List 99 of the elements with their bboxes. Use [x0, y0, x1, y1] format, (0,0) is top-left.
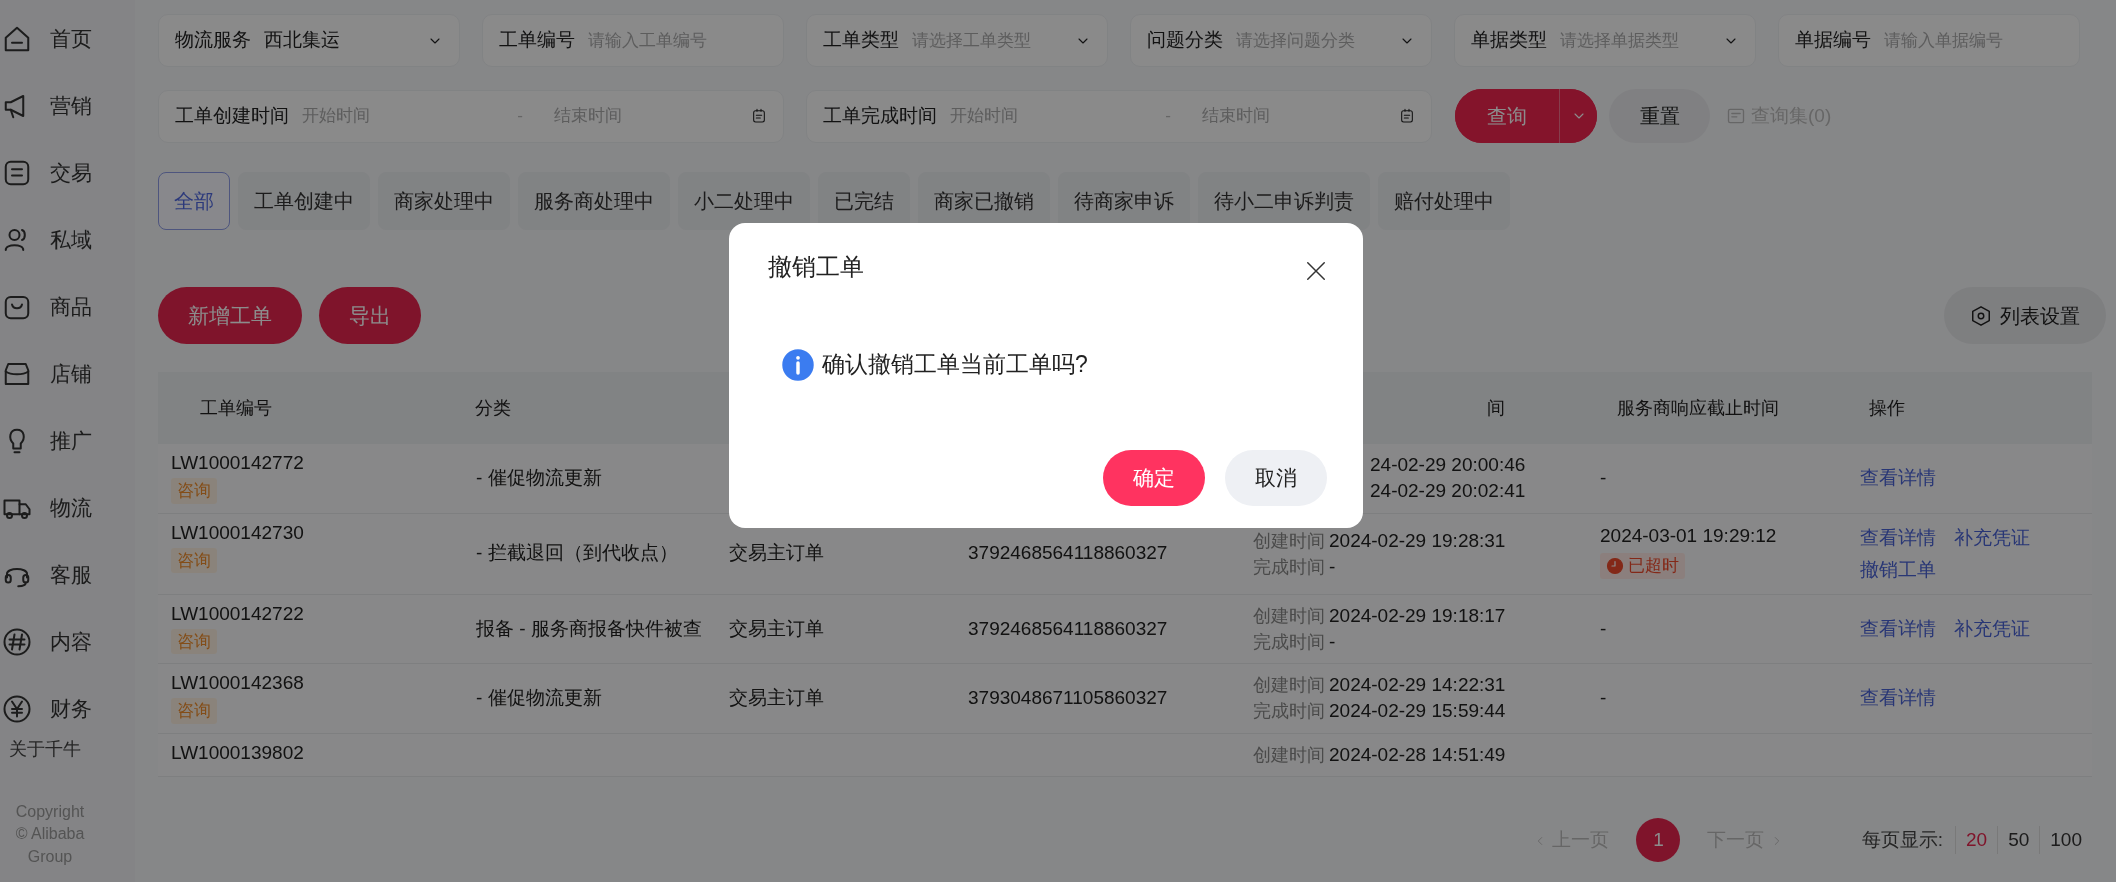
- field-label: 工单类型: [823, 28, 899, 53]
- ticket-tag: 咨询: [171, 547, 217, 573]
- order-number: 3792468564118860327: [968, 617, 1168, 639]
- action-link[interactable]: 查看详情: [1860, 687, 1936, 709]
- confirm-button[interactable]: 确定: [1103, 450, 1205, 506]
- time-line: 完成时间 -: [1253, 554, 1337, 579]
- sidebar-item[interactable]: 内容: [50, 625, 92, 658]
- status-tab[interactable]: 小二处理中: [678, 172, 810, 230]
- time-line: 完成时间 2024-02-29 15:59:44: [1253, 699, 1507, 724]
- status-tab[interactable]: 商家处理中: [378, 172, 510, 230]
- hash-icon: [2, 626, 32, 657]
- ticket-tag: 咨询: [171, 628, 217, 654]
- action-link[interactable]: 查看详情: [1860, 617, 1936, 639]
- action-link[interactable]: 撤销工单: [1860, 558, 1936, 580]
- deadline-text: -: [1600, 616, 1608, 641]
- field-label: 单据类型: [1471, 28, 1547, 53]
- select-field[interactable]: 物流服务 西北集运: [158, 14, 460, 67]
- time-line: 24-02-29 20:00:46: [1370, 452, 1526, 479]
- field-label: 工单创建时间: [175, 103, 289, 128]
- calendar-icon: [751, 108, 767, 124]
- deadline-text: -: [1600, 466, 1608, 491]
- page-size-option[interactable]: 100: [2039, 825, 2092, 855]
- ticket-tag: 咨询: [171, 478, 217, 504]
- sidebar-item[interactable]: 私域: [50, 223, 92, 256]
- column-header: 间: [1487, 397, 1505, 418]
- dialog-message: 确认撤销工单当前工单吗?: [822, 350, 1088, 380]
- dialog-title: 撤销工单: [768, 252, 864, 282]
- info-icon: [782, 348, 814, 381]
- deadline-text: 2024-03-01 19:29:12: [1600, 524, 1778, 549]
- toolbar-button[interactable]: 新增工单: [158, 287, 302, 344]
- folder-icon: [1726, 106, 1746, 126]
- order-number: 3792468564118860327: [968, 542, 1168, 564]
- order-type: 交易主订单: [729, 542, 824, 564]
- page-size-label: 每页显示:: [1861, 827, 1943, 852]
- page-size-option[interactable]: 20: [1955, 825, 1998, 855]
- ticket-id: LW1000142772: [171, 451, 305, 475]
- overdue-badge: 已超时: [1600, 553, 1685, 579]
- page-button[interactable]: 1: [1636, 818, 1681, 862]
- field-label: 问题分类: [1147, 28, 1223, 53]
- order-number: 3793048671105860327: [968, 687, 1168, 708]
- cancel-button[interactable]: 取消: [1225, 450, 1327, 506]
- field-label: 单据编号: [1795, 28, 1871, 53]
- close-icon: [1305, 260, 1327, 282]
- status-tab[interactable]: 赔付处理中: [1378, 172, 1510, 230]
- action-link[interactable]: 查看详情: [1860, 526, 1936, 548]
- about-link[interactable]: 关于千牛: [0, 736, 135, 763]
- time-line: 24-02-29 20:02:41: [1370, 478, 1526, 505]
- field-label: 工单编号: [499, 28, 575, 53]
- sidebar-item[interactable]: 首页: [50, 22, 92, 55]
- clock-icon: [1606, 557, 1624, 576]
- range-separator: -: [1164, 105, 1172, 128]
- sidebar-item[interactable]: 商品: [50, 290, 92, 323]
- action-link[interactable]: 补充凭证: [1954, 526, 2031, 548]
- category-text: - 拦截退回（到代收点）: [476, 542, 678, 564]
- sidebar-item[interactable]: 营销: [50, 89, 92, 122]
- range-separator: -: [516, 105, 524, 128]
- toolbar-button[interactable]: 导出: [319, 287, 421, 344]
- time-line: 创建时间 2024-02-29 19:28:31: [1253, 528, 1507, 553]
- order-type: 交易主订单: [729, 617, 824, 639]
- column-header: 分类: [475, 397, 511, 418]
- field-label: 工单完成时间: [823, 103, 937, 128]
- category-text: - 催促物流更新: [476, 467, 602, 488]
- sidebar-item[interactable]: 店铺: [50, 357, 92, 390]
- field-label: 物流服务: [175, 28, 251, 53]
- action-link[interactable]: 查看详情: [1860, 467, 1936, 489]
- time-line: 创建时间 2024-02-28 14:51:49: [1253, 742, 1507, 767]
- time-line: 完成时间 -: [1253, 629, 1337, 654]
- status-tab[interactable]: 全部: [158, 172, 230, 230]
- sidebar-item[interactable]: 物流: [50, 491, 92, 524]
- status-tab[interactable]: 待小二申诉判责: [1198, 172, 1370, 230]
- status-tab[interactable]: 服务商处理中: [518, 172, 670, 230]
- settings-icon: [1970, 304, 1992, 327]
- status-tab[interactable]: 工单创建中: [238, 172, 370, 230]
- ticket-id: LW1000142722: [171, 601, 305, 626]
- list-settings-button[interactable]: 列表设置: [1944, 287, 2106, 344]
- column-header: 工单编号: [200, 397, 272, 418]
- time-line: 创建时间 2024-02-29 19:18:17: [1253, 603, 1507, 628]
- sidebar-item[interactable]: 推广: [50, 424, 92, 457]
- column-header: 操作: [1869, 397, 1905, 418]
- sidebar-item[interactable]: 财务: [50, 692, 92, 725]
- page-size-option[interactable]: 50: [1997, 825, 2040, 855]
- ticket-id: LW1000142368: [171, 671, 305, 695]
- calendar-icon: [1399, 108, 1415, 124]
- field-value: 西北集运: [264, 28, 341, 53]
- time-line: 创建时间 2024-02-29 14:22:31: [1253, 673, 1507, 698]
- ticket-id: LW1000139802: [171, 740, 305, 765]
- column-header: 服务商响应截止时间: [1617, 397, 1779, 418]
- action-link[interactable]: 补充凭证: [1954, 617, 2031, 639]
- yen-icon: [2, 693, 32, 724]
- ticket-id: LW1000142730: [171, 520, 305, 545]
- reset-button[interactable]: 重置: [1609, 89, 1710, 143]
- ticket-tag: 咨询: [171, 698, 217, 724]
- category-text: 报备 - 服务商报备快件被查: [476, 617, 702, 639]
- sidebar-item[interactable]: 交易: [50, 156, 92, 189]
- sidebar-item[interactable]: 客服: [50, 558, 92, 591]
- category-text: - 催促物流更新: [476, 687, 602, 708]
- order-type: 交易主订单: [729, 687, 824, 708]
- dropdown-button[interactable]: [1559, 89, 1597, 143]
- deadline-text: -: [1600, 686, 1608, 711]
